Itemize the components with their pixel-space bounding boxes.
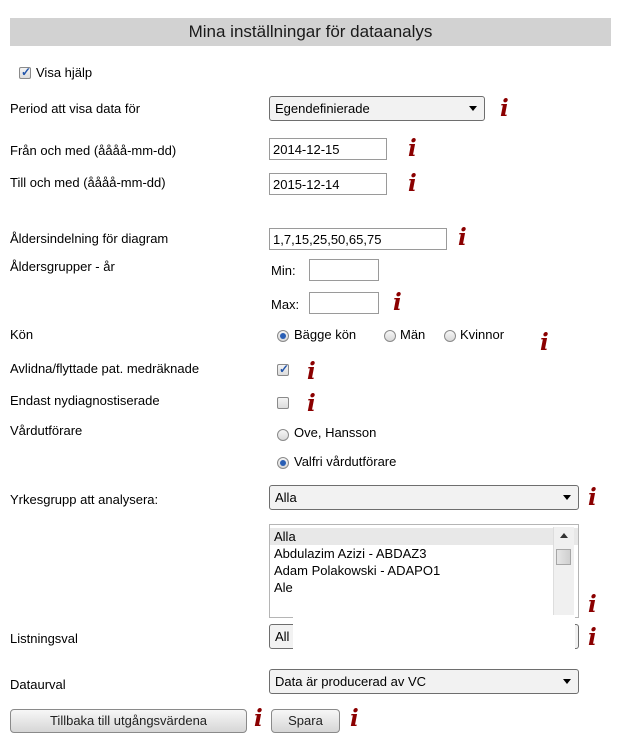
reset-button[interactable]: Tillbaka till utgångsvärdena — [10, 709, 247, 733]
scroll-thumb[interactable] — [556, 549, 571, 565]
list-item[interactable]: Adam Polakowski - ADAPO1 — [270, 562, 578, 579]
deceased-label: Avlidna/flyttade pat. medräknade — [10, 361, 200, 376]
gender-option-men: Män — [400, 327, 426, 342]
data-selection-label: Dataurval — [10, 677, 66, 692]
gender-option-both: Bägge kön — [294, 327, 357, 342]
listing-value: All — [275, 629, 290, 644]
gender-radio-men[interactable] — [384, 330, 396, 342]
age-max-label: Max: — [271, 297, 300, 312]
info-icon[interactable]: i — [540, 331, 549, 354]
list-item[interactable]: Abdulazim Azizi - ABDAZ3 — [270, 545, 578, 562]
age-division-label: Åldersindelning för diagram — [10, 231, 169, 246]
info-icon[interactable]: i — [307, 392, 316, 415]
save-button[interactable]: Spara — [271, 709, 340, 733]
to-date-input[interactable] — [269, 173, 387, 195]
list-item[interactable]: Alla — [270, 528, 578, 545]
deceased-checkbox[interactable] — [277, 362, 289, 376]
care-provider-radio-ove[interactable] — [277, 429, 289, 441]
info-icon[interactable]: i — [350, 707, 359, 730]
chevron-down-icon — [469, 106, 477, 111]
gender-label: Kön — [10, 327, 34, 342]
period-select[interactable]: Egendefinierade — [269, 96, 485, 121]
care-provider-radio-any[interactable] — [277, 457, 289, 469]
info-icon[interactable]: i — [393, 291, 402, 314]
to-date-label: Till och med (åååå-mm-dd) — [10, 175, 166, 190]
age-min-input[interactable] — [309, 259, 379, 281]
listbox-scrollbar[interactable] — [553, 527, 574, 615]
gender-option-women: Kvinnor — [460, 327, 505, 342]
info-icon[interactable]: i — [588, 593, 597, 616]
scroll-up-icon[interactable] — [560, 533, 568, 538]
period-value: Egendefinierade — [275, 101, 370, 116]
period-label: Period att visa data för — [10, 101, 141, 116]
from-date-label: Från och med (åååå-mm-dd) — [10, 143, 177, 158]
care-provider-option-any: Valfri vårdutförare — [294, 454, 397, 469]
info-icon[interactable]: i — [408, 172, 417, 195]
age-min-label: Min: — [271, 263, 296, 278]
profession-select[interactable]: Alla — [269, 485, 579, 510]
info-icon[interactable]: i — [588, 626, 597, 649]
info-icon[interactable]: i — [254, 707, 263, 730]
data-selection-select[interactable]: Data är producerad av VC — [269, 669, 579, 694]
info-icon[interactable]: i — [500, 97, 509, 120]
age-division-input[interactable] — [269, 228, 447, 250]
new-diagnosed-checkbox[interactable] — [277, 397, 289, 409]
info-icon[interactable]: i — [307, 360, 316, 383]
chevron-down-icon — [563, 495, 571, 500]
help-label: Visa hjälp — [36, 65, 93, 80]
info-icon[interactable]: i — [458, 226, 467, 249]
gender-radio-both[interactable] — [277, 330, 289, 342]
info-icon[interactable]: i — [408, 137, 417, 160]
from-date-input[interactable] — [269, 138, 387, 160]
page-title: Mina inställningar för dataanalys — [10, 18, 611, 46]
listing-label: Listningsval — [10, 631, 78, 646]
data-selection-value: Data är producerad av VC — [275, 674, 427, 689]
care-provider-label: Vårdutförare — [10, 423, 83, 438]
dropdown-overlay — [293, 616, 575, 662]
chevron-down-icon — [563, 679, 571, 684]
care-provider-option-ove: Ove, Hansson — [294, 425, 377, 440]
profession-value: Alla — [275, 490, 297, 505]
profession-label: Yrkesgrupp att analysera: — [10, 492, 159, 507]
info-icon[interactable]: i — [588, 486, 597, 509]
age-max-input[interactable] — [309, 292, 379, 314]
gender-radio-women[interactable] — [444, 330, 456, 342]
help-checkbox[interactable] — [19, 65, 31, 79]
list-item[interactable]: Ale — [270, 579, 578, 596]
new-diagnosed-label: Endast nydiagnostiserade — [10, 393, 160, 408]
age-groups-label: Åldersgrupper - år — [10, 259, 115, 274]
